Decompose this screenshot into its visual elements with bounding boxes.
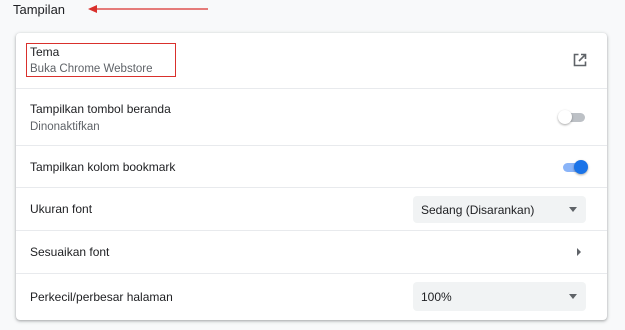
home-button-row: Tampilkan tombol beranda Dinonaktifkan (16, 88, 607, 145)
font-size-row: Ukuran font Sedang (Disarankan) (16, 187, 607, 230)
page-zoom-select[interactable]: 100% (413, 282, 586, 311)
customize-fonts-row[interactable]: Sesuaikan font (16, 230, 607, 273)
bookmark-bar-toggle[interactable] (560, 160, 588, 174)
theme-sublabel: Buka Chrome Webstore (30, 63, 153, 75)
appearance-card: Tema Buka Chrome Webstore Tampilkan tomb… (16, 33, 607, 320)
customize-fonts-label: Sesuaikan font (30, 245, 110, 259)
annotation-arrow (88, 5, 208, 13)
home-button-sublabel: Dinonaktifkan (30, 121, 100, 133)
home-button-label: Tampilkan tombol beranda (30, 102, 171, 116)
page-zoom-label: Perkecil/perbesar halaman (30, 290, 173, 304)
page-zoom-select-value: 100% (421, 289, 452, 304)
theme-label: Tema (30, 45, 60, 59)
theme-row[interactable]: Tema Buka Chrome Webstore (16, 33, 607, 88)
font-size-select-value: Sedang (Disarankan) (421, 202, 535, 217)
dropdown-caret-icon (569, 294, 577, 299)
section-title: Tampilan (13, 2, 66, 17)
bookmark-bar-label: Tampilkan kolom bookmark (30, 160, 176, 174)
bookmark-bar-row: Tampilkan kolom bookmark (16, 145, 607, 187)
home-button-toggle[interactable] (558, 110, 586, 124)
dropdown-caret-icon (569, 207, 577, 212)
external-link-icon[interactable] (572, 52, 588, 68)
font-size-select[interactable]: Sedang (Disarankan) (413, 196, 586, 223)
chevron-right-icon[interactable] (577, 248, 581, 256)
font-size-label: Ukuran font (30, 202, 93, 216)
page-zoom-row: Perkecil/perbesar halaman 100% (16, 273, 607, 320)
